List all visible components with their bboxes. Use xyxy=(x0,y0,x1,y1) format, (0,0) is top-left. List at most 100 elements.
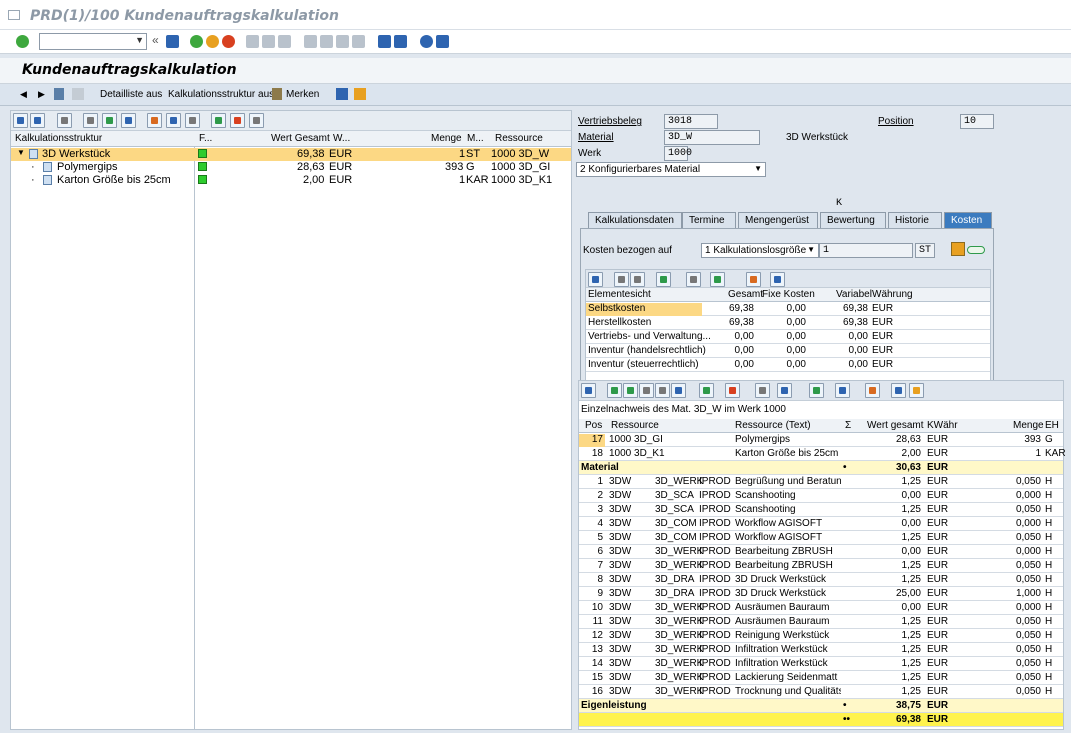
tab-kalkulationsdaten[interactable]: Kalkulationsdaten xyxy=(588,212,682,228)
sum-icon[interactable] xyxy=(699,383,714,398)
new-session-icon[interactable] xyxy=(378,35,391,48)
remember-icon[interactable] xyxy=(272,88,282,100)
sum-icon[interactable] xyxy=(211,113,226,128)
tree-row[interactable]: · Karton Größe bis 25cm 2,00 EUR 1 KAR 1… xyxy=(11,174,571,187)
col-fixe[interactable]: Fixe Kosten xyxy=(762,289,815,300)
info-icon[interactable] xyxy=(770,272,785,287)
details-icon[interactable] xyxy=(581,383,596,398)
chevron-down-icon[interactable]: ▼ xyxy=(135,35,144,45)
tab-kosten[interactable]: Kosten xyxy=(944,212,992,228)
sort-asc-icon[interactable] xyxy=(607,383,622,398)
chevron-down-icon[interactable]: ▼ xyxy=(754,164,762,173)
last-page-icon[interactable] xyxy=(352,35,365,48)
cancel-icon[interactable] xyxy=(222,35,235,48)
remember-button[interactable]: Merken xyxy=(286,89,319,100)
next-page-icon[interactable] xyxy=(336,35,349,48)
chevron-down-icon[interactable]: ▼ xyxy=(17,148,25,157)
kosten-qty-field[interactable]: 1 xyxy=(819,243,913,258)
find-icon[interactable] xyxy=(57,113,72,128)
sum-icon[interactable] xyxy=(656,272,671,287)
first-page-icon[interactable] xyxy=(304,35,317,48)
position-field[interactable]: 10 xyxy=(960,114,994,129)
detail-row[interactable]: 17 1000 3D_GI Polymergips 28,63 EUR 393 G xyxy=(579,433,1063,447)
details-icon[interactable] xyxy=(588,272,603,287)
tree-row[interactable]: · Polymergips 28,63 EUR 393 G 1000 3D_GI xyxy=(11,161,571,174)
list-icon[interactable] xyxy=(249,113,264,128)
previous-page-icon[interactable] xyxy=(320,35,333,48)
col-sigma[interactable]: Σ xyxy=(845,420,851,431)
detail-row[interactable]: 14 3DW 3D_WERK IPROD Infiltration Werkstück 1… xyxy=(579,657,1063,671)
exit-icon[interactable] xyxy=(206,35,219,48)
layout-icon[interactable] xyxy=(121,113,136,128)
subtotal-icon[interactable] xyxy=(725,383,740,398)
col-wert[interactable]: Wert gesamt xyxy=(867,420,924,431)
col-m[interactable]: M... xyxy=(467,133,484,144)
document-icon[interactable] xyxy=(54,88,64,100)
print-icon[interactable] xyxy=(686,272,701,287)
find-next-icon[interactable] xyxy=(655,383,670,398)
layout-icon[interactable] xyxy=(835,383,850,398)
detail-row[interactable]: 9 3DW 3D_DRA IPROD 3D Druck Werkstück 25,00 EU… xyxy=(579,587,1063,601)
expand-icon[interactable] xyxy=(13,113,28,128)
vertriebsbeleg-field[interactable]: 3018 xyxy=(664,114,718,129)
kosten-row[interactable]: Selbstkosten 69,38 0,00 69,38 EUR xyxy=(586,302,990,316)
export-icon[interactable] xyxy=(102,113,117,128)
find-next-icon[interactable] xyxy=(278,35,291,48)
detail-row[interactable]: 8 3DW 3D_DRA IPROD 3D Druck Werkstück 1,25 EUR… xyxy=(579,573,1063,587)
subtotal-icon[interactable] xyxy=(230,113,245,128)
col-structure[interactable]: Kalkulationsstruktur xyxy=(15,133,102,144)
kosten-basis-dropdown[interactable]: 1 Kalkulationslosgröße ▼ xyxy=(701,243,819,258)
detail-row[interactable]: 4 3DW 3D_COM IPROD Workflow AGISOFT 0,00 EUR 0,… xyxy=(579,517,1063,531)
tree-row[interactable]: ▼ 3D Werkstück 69,38 EUR 1 ST 1000 3D_W xyxy=(11,148,571,161)
next-icon[interactable]: ▶ xyxy=(38,89,45,100)
detail-row[interactable]: 6 3DW 3D_WERK IPROD Bearbeitung ZBRUSH 0,00 EU… xyxy=(579,545,1063,559)
find-icon[interactable] xyxy=(639,383,654,398)
detail-row[interactable]: 11 3DW 3D_WERK IPROD Ausräumen Bauraum 1,25 EU… xyxy=(579,615,1063,629)
filter-icon[interactable] xyxy=(671,383,686,398)
detail-row[interactable]: 10 3DW 3D_WERK IPROD Ausräumen Bauraum 0,00 EU… xyxy=(579,601,1063,615)
back-arrows-icon[interactable]: « xyxy=(152,33,165,47)
chart-icon[interactable] xyxy=(865,383,880,398)
itemization-icon[interactable] xyxy=(951,242,965,256)
col-variabel[interactable]: Variabel xyxy=(836,289,872,300)
detail-row[interactable]: 1 3DW 3D_WERK IPROD Begrüßung und Beratung 1,… xyxy=(579,475,1063,489)
col-element[interactable]: Elementesicht xyxy=(588,289,651,300)
tab-termine[interactable]: Termine xyxy=(682,212,736,228)
detail-row[interactable]: 18 1000 3D_K1 Karton Größe bis 25cm 2,00 EUR… xyxy=(579,447,1066,461)
settings-icon[interactable] xyxy=(354,88,366,100)
columns-icon[interactable] xyxy=(185,113,200,128)
detail-icon[interactable] xyxy=(166,113,181,128)
kosten-row[interactable]: Herstellkosten 69,38 0,00 69,38 EUR xyxy=(586,316,990,330)
chevron-down-icon[interactable]: ▼ xyxy=(807,245,815,254)
save-icon[interactable] xyxy=(166,35,179,48)
settings-icon[interactable] xyxy=(909,383,924,398)
chart-icon[interactable] xyxy=(147,113,162,128)
shortcut-icon[interactable] xyxy=(394,35,407,48)
previous-icon[interactable]: ◀ xyxy=(20,89,27,100)
col-wert[interactable]: Wert Gesamt xyxy=(271,133,330,144)
kosten-row[interactable]: Inventur (steuerrechtlich) 0,00 0,00 0,00 EU… xyxy=(586,358,990,372)
back-icon[interactable] xyxy=(190,35,203,48)
col-res[interactable]: Ressource xyxy=(611,420,659,431)
view-icon[interactable] xyxy=(777,383,792,398)
kosten-row[interactable]: Vertriebs- und Verwaltung... 0,00 0,00 0,00… xyxy=(586,330,990,344)
tab-bewertung[interactable]: Bewertung xyxy=(820,212,886,228)
col-waehrung[interactable]: Währung xyxy=(872,289,913,300)
config-dropdown[interactable]: 2 Konfigurierbares Material ▼ xyxy=(576,162,766,177)
col-menge[interactable]: Menge xyxy=(431,133,462,144)
info-icon[interactable] xyxy=(891,383,906,398)
collapse-icon[interactable] xyxy=(30,113,45,128)
detail-row[interactable]: 7 3DW 3D_WERK IPROD Bearbeitung ZBRUSH 1,25 EU… xyxy=(579,559,1063,573)
find-icon[interactable] xyxy=(262,35,275,48)
col-w[interactable]: W... xyxy=(333,133,350,144)
kosten-row[interactable]: Inventur (handelsrechtlich) 0,00 0,00 0,00 E… xyxy=(586,344,990,358)
detail-list-off-button[interactable]: Detailliste aus xyxy=(100,89,162,100)
detail-row[interactable]: 15 3DW 3D_WERK IPROD Lackierung Seidenmatt .… xyxy=(579,671,1063,685)
detail-row[interactable]: 12 3DW 3D_WERK IPROD Reinigung Werkstück 1,25… xyxy=(579,629,1063,643)
col-f[interactable]: F... xyxy=(199,133,212,144)
col-eh[interactable]: EH xyxy=(1045,420,1059,431)
print-icon[interactable] xyxy=(83,113,98,128)
col-menge[interactable]: Menge xyxy=(1013,420,1044,431)
werk-field[interactable]: 1000 xyxy=(664,146,692,161)
detail-row[interactable]: 2 3DW 3D_SCA IPROD Scanshooting 0,00 EUR 0,000 H xyxy=(579,489,1063,503)
